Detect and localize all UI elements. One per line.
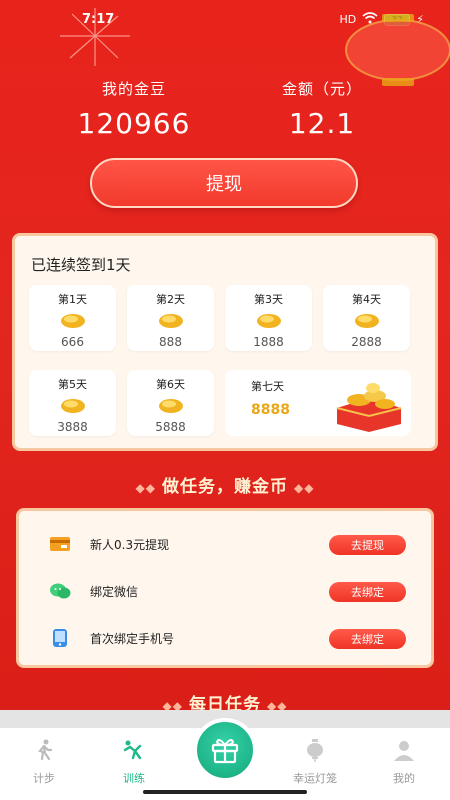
- beans-stat: 我的金豆 120966: [34, 78, 234, 140]
- amount-stat: 金额（元） 12.1: [222, 78, 422, 140]
- wechat-icon: [50, 583, 71, 599]
- day-amount: 2888: [351, 335, 382, 349]
- day-label: 第6天: [156, 378, 185, 391]
- decor-icon: ◆◆: [294, 481, 315, 495]
- lantern-icon: [307, 739, 323, 762]
- home-indicator: [143, 790, 307, 794]
- gold-bean-icon: [60, 399, 85, 413]
- phone-icon: [53, 629, 67, 647]
- task-withdraw-button[interactable]: 去提现: [329, 535, 406, 555]
- gold-bean-icon: [158, 399, 183, 413]
- signin-title: 已连续签到1天: [31, 256, 131, 274]
- tab-profile[interactable]: 我的: [374, 738, 434, 786]
- task-label: 新人0.3元提现: [90, 538, 170, 552]
- day-label: 第1天: [58, 293, 87, 306]
- walking-icon: [38, 739, 53, 761]
- tab-label: 幸运灯笼: [293, 772, 337, 785]
- decor-icon: ◆◆: [135, 481, 156, 495]
- signin-day-2[interactable]: 第2天 888: [127, 285, 214, 351]
- tab-steps[interactable]: 计步: [14, 738, 74, 786]
- tab-label: 计步: [33, 772, 55, 785]
- signin-day-3[interactable]: 第3天 1888: [225, 285, 312, 351]
- amount-label: 金额（元）: [281, 80, 362, 98]
- tab-lucky-lantern[interactable]: 幸运灯笼: [285, 738, 345, 786]
- tasks-section-heading: ◆◆ 做任务，赚金币 ◆◆: [0, 472, 450, 497]
- gold-bean-icon: [158, 314, 183, 328]
- treasure-gift-icon: [336, 383, 402, 432]
- day-amount: 888: [159, 335, 182, 349]
- gift-icon: [211, 739, 239, 764]
- task-bind-phone-button[interactable]: 去绑定: [329, 629, 406, 649]
- gold-bean-icon: [60, 314, 85, 328]
- task-label: 绑定微信: [90, 585, 139, 599]
- training-icon: [123, 740, 142, 760]
- beans-label: 我的金豆: [101, 80, 166, 98]
- tab-label: 训练: [123, 772, 145, 785]
- day-amount: 5888: [155, 420, 186, 434]
- tasks-card: 新人0.3元提现 去提现 绑定微信 去绑定 首次绑定手机号 去绑定: [16, 508, 434, 668]
- day-amount: 3888: [57, 420, 88, 434]
- tasks-section-title: 做任务，赚金币: [162, 477, 288, 497]
- gold-bean-icon: [256, 314, 281, 328]
- profile-icon: [394, 741, 414, 761]
- task-bind-wechat-button[interactable]: 去绑定: [329, 582, 406, 602]
- tab-label: 我的: [393, 772, 415, 785]
- center-gift-button[interactable]: [193, 718, 257, 782]
- signin-day-5[interactable]: 第5天 3888: [29, 370, 116, 436]
- card-icon: [50, 537, 70, 551]
- day-label: 第七天: [251, 380, 284, 393]
- beans-value: 120966: [77, 107, 191, 140]
- day-amount: 8888: [251, 402, 290, 418]
- day-amount: 666: [61, 335, 84, 349]
- signin-card: 已连续签到1天 第1天 666 第2天 888 第3天 1888 第4天 288…: [12, 233, 438, 451]
- signin-day-4[interactable]: 第4天 2888: [323, 285, 410, 351]
- task-row: 新人0.3元提现 去提现: [19, 524, 431, 564]
- amount-value: 12.1: [288, 107, 356, 140]
- task-row: 首次绑定手机号 去绑定: [19, 618, 431, 658]
- day-label: 第4天: [352, 293, 381, 306]
- withdraw-button[interactable]: 提现: [90, 158, 358, 208]
- tab-training[interactable]: 训练: [104, 738, 164, 786]
- day-label: 第5天: [58, 378, 87, 391]
- day-amount: 1888: [253, 335, 284, 349]
- signin-day-1[interactable]: 第1天 666: [29, 285, 116, 351]
- day-label: 第2天: [156, 293, 185, 306]
- firework-decoration: [60, 8, 130, 66]
- signin-day-7[interactable]: 第七天 8888: [225, 370, 411, 436]
- signin-day-6[interactable]: 第6天 5888: [127, 370, 214, 436]
- gold-bean-icon: [354, 314, 379, 328]
- task-label: 首次绑定手机号: [90, 632, 175, 646]
- task-row: 绑定微信 去绑定: [19, 571, 431, 611]
- day-label: 第3天: [254, 293, 283, 306]
